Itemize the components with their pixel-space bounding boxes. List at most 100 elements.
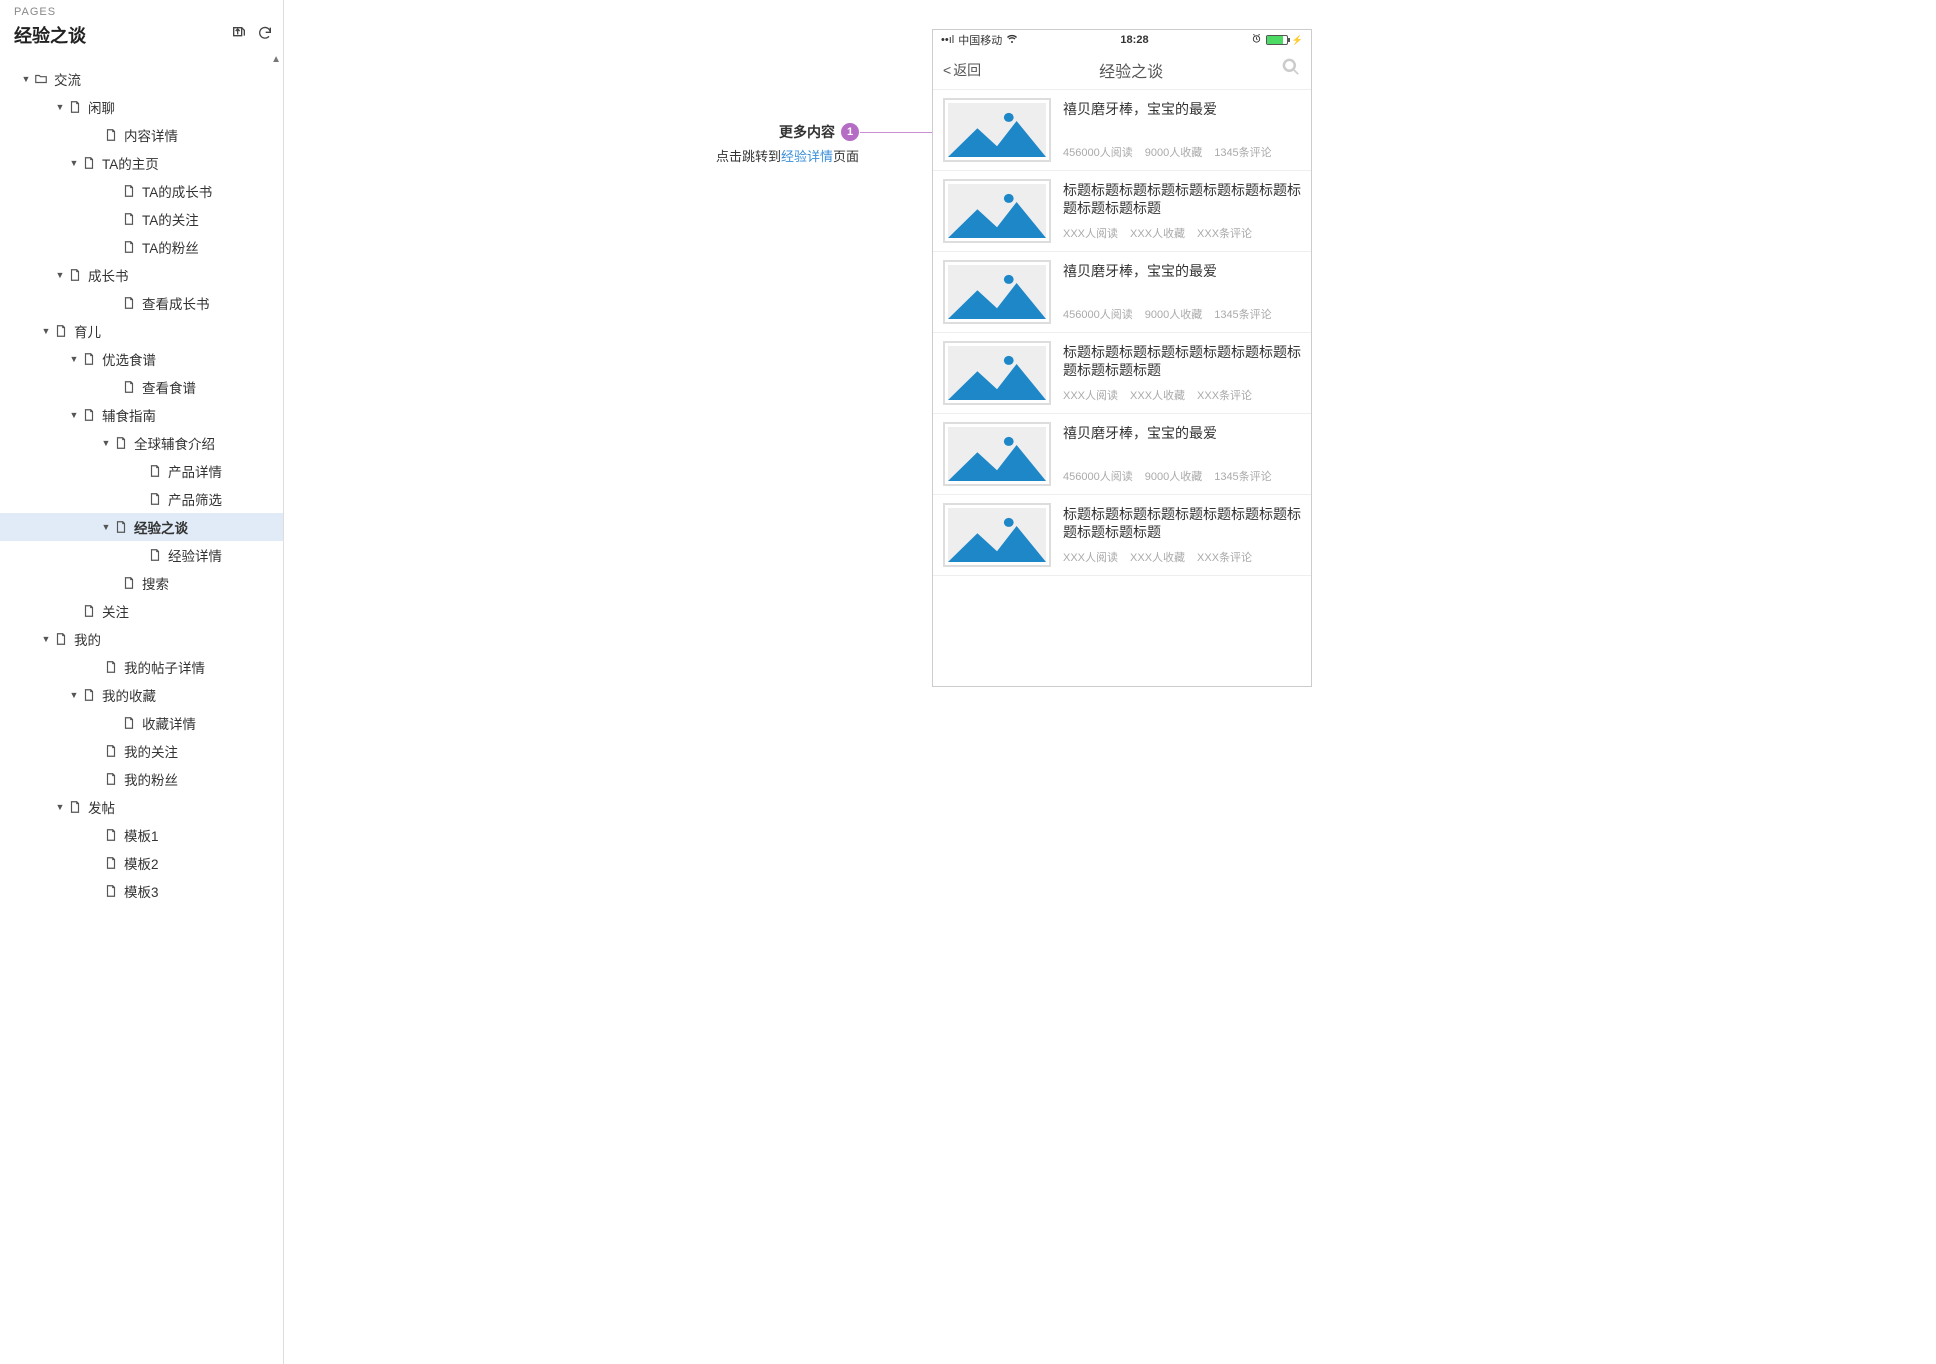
page-icon: [82, 604, 96, 618]
tree-item[interactable]: 收藏详情: [0, 709, 283, 737]
row-body: 标题标题标题标题标题标题标题标题标题标题标题标题XXX人阅读XXX人收藏XXX条…: [1063, 179, 1301, 243]
page-icon: [122, 380, 136, 394]
page-icon: [82, 408, 96, 422]
row-body: 标题标题标题标题标题标题标题标题标题标题标题标题XXX人阅读XXX人收藏XXX条…: [1063, 503, 1301, 567]
stat-reads: 456000人阅读: [1063, 144, 1133, 160]
annotation-subtitle: 点击跳转到经验详情页面: [716, 146, 859, 165]
search-icon: [1281, 57, 1301, 77]
page-icon: [54, 324, 68, 338]
tree-item-label: 关注: [102, 601, 129, 621]
caret-icon[interactable]: ▼: [68, 410, 80, 420]
tree-item-label: 内容详情: [124, 125, 178, 145]
sidebar-title-row: 经验之谈: [14, 22, 273, 54]
tree-item-label: 经验详情: [168, 545, 222, 565]
caret-icon[interactable]: ▼: [68, 354, 80, 364]
scroll-up-arrow-icon[interactable]: ▲: [0, 54, 283, 65]
tree-item[interactable]: TA的关注: [0, 205, 283, 233]
tree-item[interactable]: 产品详情: [0, 457, 283, 485]
tree-item[interactable]: 模板3: [0, 877, 283, 905]
tree-item[interactable]: 关注: [0, 597, 283, 625]
list-item[interactable]: 标题标题标题标题标题标题标题标题标题标题标题标题XXX人阅读XXX人收藏XXX条…: [933, 333, 1311, 414]
sidebar-section-label: PAGES: [14, 6, 273, 18]
stat-comments: XXX条评论: [1197, 387, 1252, 403]
sidebar: PAGES 经验之谈 ▲ ▼ 交流 ▼闲聊内容详情 ▼ TA的主页 TA的成长书 TA的关注…: [0, 0, 284, 1364]
tree-item[interactable]: ▼ 经验之谈: [0, 513, 283, 541]
page-icon: [104, 744, 118, 758]
tree-item[interactable]: 查看食谱: [0, 373, 283, 401]
article-title: 标题标题标题标题标题标题标题标题标题标题标题标题: [1063, 505, 1301, 541]
tree-item[interactable]: 模板1: [0, 821, 283, 849]
tree-item-label: 我的关注: [124, 741, 178, 761]
article-stats: XXX人阅读XXX人收藏XXX条评论: [1063, 225, 1301, 241]
tree-item[interactable]: ▼优选食谱: [0, 345, 283, 373]
caret-icon[interactable]: ▼: [100, 522, 112, 532]
list-item[interactable]: 禧贝磨牙棒，宝宝的最爱456000人阅读9000人收藏1345条评论: [933, 414, 1311, 495]
page-icon: [68, 100, 82, 114]
tree-item[interactable]: ▼ 交流: [0, 65, 283, 93]
thumbnail: [943, 179, 1051, 243]
stat-comments: 1345条评论: [1214, 468, 1271, 484]
tree-item[interactable]: TA的粉丝: [0, 233, 283, 261]
annotation-sub-suffix: 页面: [833, 149, 859, 164]
caret-icon[interactable]: ▼: [68, 158, 80, 168]
search-button[interactable]: [1281, 57, 1301, 82]
tree-item-label: 经验之谈: [134, 517, 188, 537]
caret-icon[interactable]: ▼: [20, 74, 32, 84]
list-item[interactable]: 标题标题标题标题标题标题标题标题标题标题标题标题XXX人阅读XXX人收藏XXX条…: [933, 495, 1311, 576]
tree-item[interactable]: TA的成长书: [0, 177, 283, 205]
alarm-icon: [1251, 33, 1262, 47]
page-tree: ▼ 交流 ▼闲聊内容详情 ▼ TA的主页 TA的成长书 TA的关注 TA的粉丝▼成长书查看成长…: [0, 65, 283, 925]
tree-item[interactable]: ▼闲聊: [0, 93, 283, 121]
tree-item[interactable]: ▼全球辅食介绍: [0, 429, 283, 457]
tree-item[interactable]: 我的帖子详情: [0, 653, 283, 681]
annotation-link[interactable]: 经验详情: [781, 149, 833, 164]
tree-item[interactable]: ▼我的: [0, 625, 283, 653]
refresh-icon[interactable]: [257, 25, 273, 46]
list-item[interactable]: 标题标题标题标题标题标题标题标题标题标题标题标题XXX人阅读XXX人收藏XXX条…: [933, 171, 1311, 252]
caret-icon[interactable]: ▼: [100, 438, 112, 448]
article-list: 禧贝磨牙棒，宝宝的最爱456000人阅读9000人收藏1345条评论标题标题标题…: [933, 90, 1311, 576]
export-icon[interactable]: [231, 25, 247, 46]
tree-item[interactable]: ▼育儿: [0, 317, 283, 345]
caret-icon[interactable]: ▼: [54, 270, 66, 280]
tree-item[interactable]: 搜索: [0, 569, 283, 597]
caret-icon[interactable]: ▼: [40, 634, 52, 644]
tree-item[interactable]: 经验详情: [0, 541, 283, 569]
sidebar-header: PAGES 经验之谈: [0, 0, 283, 54]
article-stats: 456000人阅读9000人收藏1345条评论: [1063, 306, 1301, 322]
tree-item[interactable]: ▼成长书: [0, 261, 283, 289]
stat-favs: 9000人收藏: [1145, 468, 1202, 484]
back-button[interactable]: < 返回: [943, 60, 981, 80]
article-title: 禧贝磨牙棒，宝宝的最爱: [1063, 424, 1301, 442]
list-item[interactable]: 禧贝磨牙棒，宝宝的最爱456000人阅读9000人收藏1345条评论: [933, 252, 1311, 333]
tree-item-label: 交流: [54, 69, 81, 89]
tree-item[interactable]: 内容详情: [0, 121, 283, 149]
tree-scroll[interactable]: ▲ ▼交流▼闲聊内容详情▼TA的主页TA的成长书TA的关注TA的粉丝▼成长书查看…: [0, 54, 283, 1364]
caret-icon[interactable]: ▼: [54, 102, 66, 112]
tree-item-label: TA的主页: [102, 153, 159, 173]
caret-icon[interactable]: ▼: [68, 690, 80, 700]
list-item[interactable]: 禧贝磨牙棒，宝宝的最爱456000人阅读9000人收藏1345条评论: [933, 90, 1311, 171]
tree-item-label: TA的关注: [142, 209, 199, 229]
page-icon: [104, 884, 118, 898]
tree-item[interactable]: ▼发帖: [0, 793, 283, 821]
tree-item[interactable]: ▼我的收藏: [0, 681, 283, 709]
tree-item-label: TA的成长书: [142, 181, 212, 201]
stat-comments: 1345条评论: [1214, 144, 1271, 160]
tree-item[interactable]: ▼ TA的主页: [0, 149, 283, 177]
tree-item[interactable]: 我的粉丝: [0, 765, 283, 793]
caret-icon[interactable]: ▼: [54, 802, 66, 812]
thumbnail: [943, 341, 1051, 405]
tree-item[interactable]: 我的关注: [0, 737, 283, 765]
tree-item-label: 收藏详情: [142, 713, 196, 733]
page-icon: [148, 492, 162, 506]
caret-icon[interactable]: ▼: [40, 326, 52, 336]
tree-item[interactable]: 模板2: [0, 849, 283, 877]
tree-item[interactable]: ▼辅食指南: [0, 401, 283, 429]
page-icon: [122, 716, 136, 730]
tree-item[interactable]: 产品筛选: [0, 485, 283, 513]
page-icon: [122, 576, 136, 590]
stat-comments: 1345条评论: [1214, 306, 1271, 322]
page-icon: [148, 464, 162, 478]
tree-item[interactable]: 查看成长书: [0, 289, 283, 317]
